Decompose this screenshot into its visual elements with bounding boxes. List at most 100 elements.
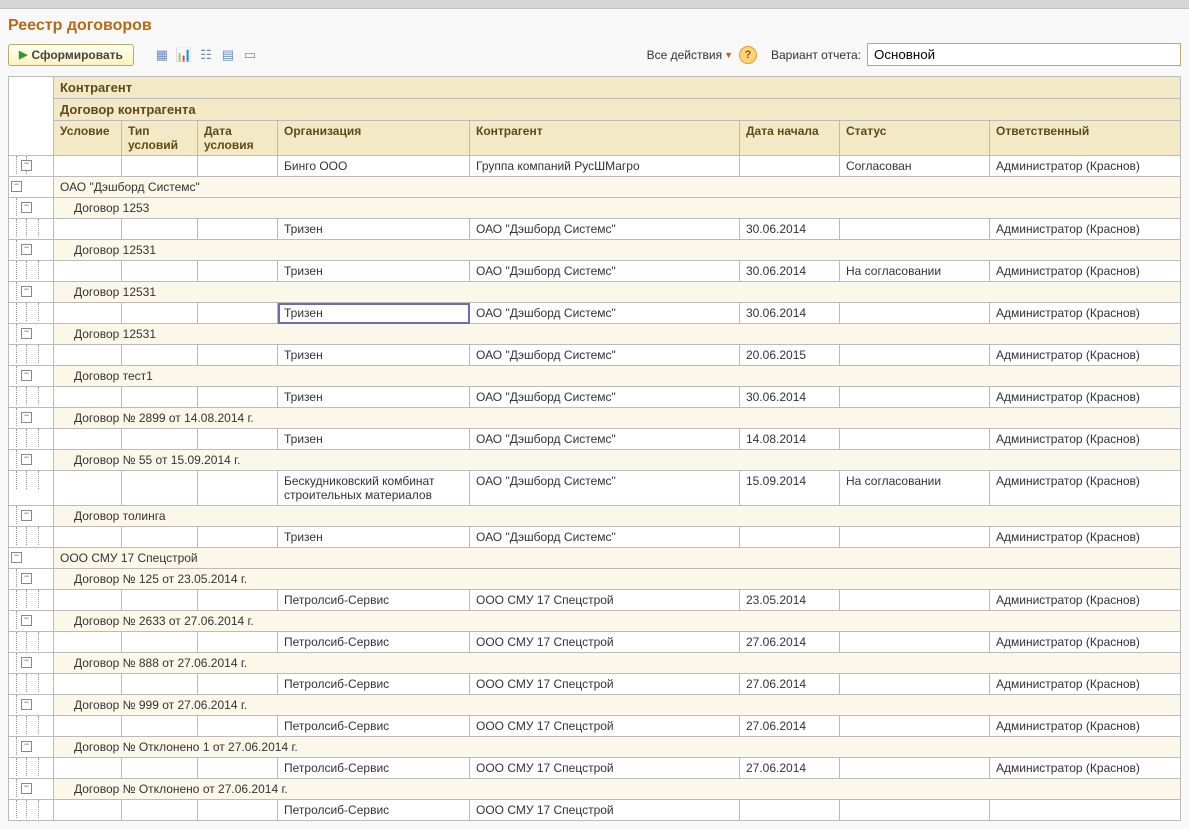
group-label[interactable]: Договор 12531 (54, 240, 1181, 261)
cell-kontr[interactable]: ОАО "Дэшборд Системс" (470, 303, 740, 324)
group-label[interactable]: Договор № Отклонено от 27.06.2014 г. (54, 779, 1181, 800)
expand-toggle[interactable]: − (21, 657, 32, 668)
group-label[interactable]: ОАО "Дэшборд Системс" (54, 177, 1181, 198)
data-row[interactable]: ТризенОАО "Дэшборд Системс"14.08.2014Адм… (9, 429, 1181, 450)
data-row[interactable]: Бескудниковский комбинат строительных ма… (9, 471, 1181, 506)
cell-status[interactable] (840, 387, 990, 408)
variant-input[interactable] (867, 43, 1181, 66)
cell-kontr[interactable]: ООО СМУ 17 Спецстрой (470, 632, 740, 653)
cell-start[interactable]: 20.06.2015 (740, 345, 840, 366)
cell-kontr[interactable]: ОАО "Дэшборд Системс" (470, 429, 740, 450)
group-label[interactable]: Договор № 888 от 27.06.2014 г. (54, 653, 1181, 674)
cell-org[interactable]: Петролсиб-Сервис (278, 674, 470, 695)
cell-start[interactable]: 27.06.2014 (740, 716, 840, 737)
group-row[interactable]: − Договор № 55 от 15.09.2014 г. (9, 450, 1181, 471)
expand-toggle[interactable]: − (21, 510, 32, 521)
chart-icon[interactable]: 📊 (176, 47, 192, 63)
expand-toggle[interactable]: − (21, 454, 32, 465)
cell-org[interactable]: Тризен (278, 261, 470, 282)
cell-kontr[interactable]: ОАО "Дэшборд Системс" (470, 261, 740, 282)
cell-org[interactable]: Тризен (278, 429, 470, 450)
cell-status[interactable] (840, 716, 990, 737)
cell-org[interactable]: Тризен (278, 303, 470, 324)
cell-resp[interactable]: Администратор (Краснов) (990, 219, 1181, 240)
group-label[interactable]: Договор 1253 (54, 198, 1181, 219)
cell-org[interactable]: Бескудниковский комбинат строительных ма… (278, 471, 470, 506)
cell-resp[interactable]: Администратор (Краснов) (990, 429, 1181, 450)
cell-org[interactable]: Петролсиб-Сервис (278, 590, 470, 611)
header-tip[interactable]: Тип условий (122, 121, 198, 156)
group-label[interactable]: Договор 12531 (54, 282, 1181, 303)
data-row[interactable]: ТризенОАО "Дэшборд Системс"Администратор… (9, 527, 1181, 548)
expand-toggle[interactable]: − (21, 286, 32, 297)
data-row[interactable]: Петролсиб-СервисООО СМУ 17 Спецстрой27.0… (9, 758, 1181, 779)
data-row[interactable]: −Бинго ОООГруппа компаний РусШМагроСогла… (9, 156, 1181, 177)
header-status[interactable]: Статус (840, 121, 990, 156)
cell-org[interactable]: Петролсиб-Сервис (278, 716, 470, 737)
group-row[interactable]: −Договор № Отклонено 1 от 27.06.2014 г. (9, 737, 1181, 758)
cell-kontr[interactable]: Группа компаний РусШМагро (470, 156, 740, 177)
cell-resp[interactable]: Администратор (Краснов) (990, 345, 1181, 366)
document-icon[interactable]: ▭ (242, 47, 258, 63)
cell-status[interactable] (840, 800, 990, 821)
group-row[interactable]: −Договор 1253 (9, 198, 1181, 219)
cell-resp[interactable]: Администратор (Краснов) (990, 758, 1181, 779)
cell-start[interactable]: 30.06.2014 (740, 261, 840, 282)
cell-start[interactable]: 30.06.2014 (740, 303, 840, 324)
group-row[interactable]: −Договор № 999 от 27.06.2014 г. (9, 695, 1181, 716)
group-row[interactable]: −ООО СМУ 17 Спецстрой (9, 548, 1181, 569)
data-row[interactable]: Петролсиб-СервисООО СМУ 17 Спецстрой27.0… (9, 674, 1181, 695)
expand-toggle[interactable]: − (21, 783, 32, 794)
data-row[interactable]: ТризенОАО "Дэшборд Системс"30.06.2014Адм… (9, 303, 1181, 324)
header-uslovie[interactable]: Условие (54, 121, 122, 156)
cell-status[interactable] (840, 303, 990, 324)
expand-toggle[interactable]: − (21, 412, 32, 423)
cell-kontr[interactable]: ОАО "Дэшборд Системс" (470, 471, 740, 506)
cell-resp[interactable]: Администратор (Краснов) (990, 156, 1181, 177)
cell-kontr[interactable]: ООО СМУ 17 Спецстрой (470, 758, 740, 779)
cell-resp[interactable] (990, 800, 1181, 821)
cell-resp[interactable]: Администратор (Краснов) (990, 527, 1181, 548)
header-data-usl[interactable]: Дата условия (198, 121, 278, 156)
generate-button[interactable]: ▶ Сформировать (8, 44, 134, 66)
group-row[interactable]: −Договор тест1 (9, 366, 1181, 387)
help-icon[interactable]: ? (739, 46, 757, 64)
cell-org[interactable]: Тризен (278, 219, 470, 240)
data-row[interactable]: ТризенОАО "Дэшборд Системс"20.06.2015Адм… (9, 345, 1181, 366)
cell-resp[interactable]: Администратор (Краснов) (990, 471, 1181, 506)
cell-kontr[interactable]: ООО СМУ 17 Спецстрой (470, 674, 740, 695)
cell-resp[interactable]: Администратор (Краснов) (990, 590, 1181, 611)
cell-status[interactable] (840, 219, 990, 240)
expand-toggle[interactable]: − (21, 328, 32, 339)
cell-start[interactable]: 27.06.2014 (740, 632, 840, 653)
cell-kontr[interactable]: ОАО "Дэшборд Системс" (470, 527, 740, 548)
data-row[interactable]: Петролсиб-СервисООО СМУ 17 Спецстрой23.0… (9, 590, 1181, 611)
cell-status[interactable]: На согласовании (840, 261, 990, 282)
group-row[interactable]: − Договор № Отклонено от 27.06.2014 г. (9, 779, 1181, 800)
header-resp[interactable]: Ответственный (990, 121, 1181, 156)
header-kontr[interactable]: Контрагент (470, 121, 740, 156)
group-label[interactable]: Договор № 55 от 15.09.2014 г. (54, 450, 1181, 471)
group-label[interactable]: Договор № 2899 от 14.08.2014 г. (54, 408, 1181, 429)
cell-org[interactable]: Петролсиб-Сервис (278, 758, 470, 779)
cell-start[interactable]: 27.06.2014 (740, 674, 840, 695)
cell-resp[interactable]: Администратор (Краснов) (990, 261, 1181, 282)
cell-resp[interactable]: Администратор (Краснов) (990, 632, 1181, 653)
cell-start[interactable]: 30.06.2014 (740, 219, 840, 240)
expand-toggle[interactable]: − (21, 741, 32, 752)
cell-kontr[interactable]: ООО СМУ 17 Спецстрой (470, 800, 740, 821)
cell-start[interactable]: 27.06.2014 (740, 758, 840, 779)
cell-status[interactable] (840, 674, 990, 695)
data-row[interactable]: ТризенОАО "Дэшборд Системс"30.06.2014На … (9, 261, 1181, 282)
expand-toggle[interactable]: − (11, 181, 22, 192)
cell-start[interactable] (740, 800, 840, 821)
data-row[interactable]: ТризенОАО "Дэшборд Системс"30.06.2014 Адм… (9, 219, 1181, 240)
data-row[interactable]: Петролсиб-СервисООО СМУ 17 Спецстрой27.0… (9, 632, 1181, 653)
expand-toggle[interactable]: − (11, 552, 22, 563)
group-row[interactable]: − Договор № 2899 от 14.08.2014 г. (9, 408, 1181, 429)
group-row[interactable]: −Договор 12531 (9, 324, 1181, 345)
cell-status[interactable] (840, 527, 990, 548)
cell-org[interactable]: Тризен (278, 345, 470, 366)
cell-resp[interactable]: Администратор (Краснов) (990, 387, 1181, 408)
cell-kontr[interactable]: ОАО "Дэшборд Системс" (470, 219, 740, 240)
